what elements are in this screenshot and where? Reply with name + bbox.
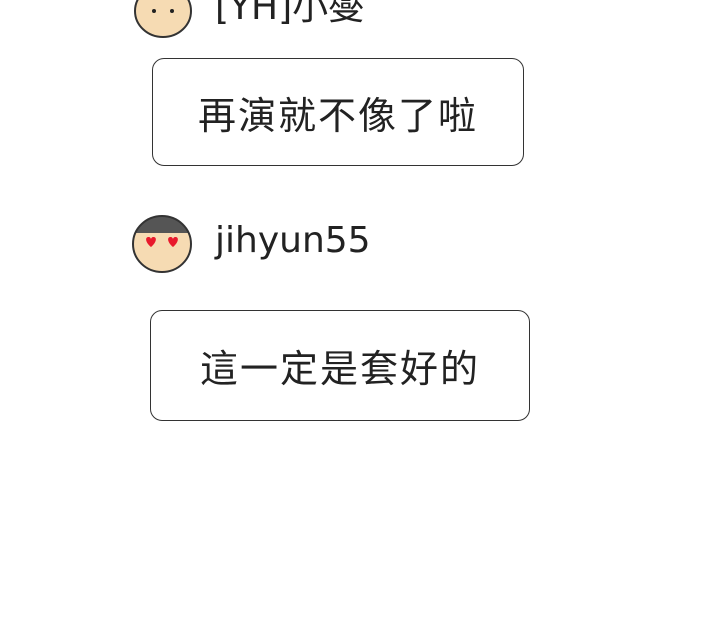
message-bubble: 這一定是套好的 bbox=[150, 310, 530, 421]
username-label: [YH]小燮 bbox=[215, 0, 365, 28]
message-text: 這一定是套好的 bbox=[199, 347, 480, 391]
smiling-face-avatar-icon bbox=[134, 0, 192, 38]
heart-eyes-avatar-icon bbox=[132, 215, 192, 273]
message-bubble: 再演就不像了啦 bbox=[152, 58, 524, 166]
username-label: jihyun55 bbox=[215, 220, 371, 261]
message-text: 再演就不像了啦 bbox=[197, 93, 478, 138]
